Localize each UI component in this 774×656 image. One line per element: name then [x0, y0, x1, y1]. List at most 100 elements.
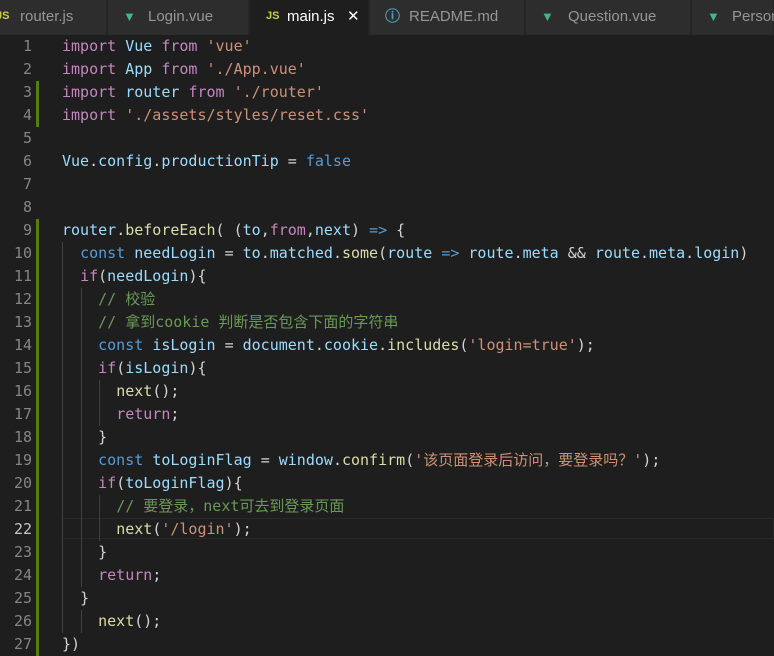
- tab-person[interactable]: ▼ Person: [692, 0, 774, 35]
- line-number: 24: [13, 566, 32, 584]
- code-line[interactable]: 23 }: [0, 541, 774, 564]
- line-number: 7: [22, 175, 32, 193]
- code-line[interactable]: 26 next();: [0, 610, 774, 633]
- git-modified-marker: [36, 357, 39, 380]
- vue-icon: ▼: [707, 9, 720, 24]
- code-line[interactable]: 13 // 拿到cookie 判断是否包含下面的字符串: [0, 311, 774, 334]
- git-modified-marker: [36, 104, 39, 127]
- line-number: 9: [22, 221, 32, 239]
- code-line[interactable]: 14 const isLogin = document.cookie.inclu…: [0, 334, 774, 357]
- code-line[interactable]: 18 }: [0, 426, 774, 449]
- line-number: 4: [22, 106, 32, 124]
- git-modified-marker: [36, 334, 39, 357]
- code-line[interactable]: 17 return;: [0, 403, 774, 426]
- code-text: if(needLogin){: [80, 267, 207, 285]
- code-text: if(isLogin){: [98, 359, 207, 377]
- git-modified-marker: [36, 242, 39, 265]
- line-number: 6: [22, 152, 32, 170]
- code-text: // 要登录，next可去到登录页面: [116, 497, 345, 515]
- code-line[interactable]: 22 next('/login');: [0, 518, 774, 541]
- code-text: next();: [98, 612, 162, 630]
- info-icon: ⓘ: [385, 8, 401, 25]
- git-modified-marker: [36, 541, 39, 564]
- line-number: 13: [13, 313, 32, 331]
- line-number: 2: [22, 60, 32, 78]
- code-line[interactable]: 25 }: [0, 587, 774, 610]
- editor-tab-bar: JS router.js ▼ Login.vue JS main.js ✕ ⓘ …: [0, 0, 774, 35]
- line-number: 21: [13, 497, 32, 515]
- code-line[interactable]: 5: [0, 127, 774, 150]
- git-modified-marker: [36, 288, 39, 311]
- git-modified-marker: [36, 403, 39, 426]
- code-line[interactable]: 2 import App from './App.vue': [0, 58, 774, 81]
- code-text: return;: [98, 566, 162, 584]
- line-number: 14: [13, 336, 32, 354]
- code-text: import router from './router': [62, 83, 324, 101]
- close-icon[interactable]: ✕: [347, 0, 360, 33]
- code-line[interactable]: 7: [0, 173, 774, 196]
- code-line[interactable]: 24 return;: [0, 564, 774, 587]
- git-modified-marker: [36, 219, 39, 242]
- tab-login-vue[interactable]: ▼ Login.vue: [108, 0, 249, 35]
- line-number: 17: [13, 405, 32, 423]
- code-text: // 校验: [98, 290, 156, 308]
- code-text: import App from './App.vue': [62, 60, 306, 78]
- line-number: 19: [13, 451, 32, 469]
- code-line[interactable]: 8: [0, 196, 774, 219]
- line-number: 20: [13, 474, 32, 492]
- git-modified-marker: [36, 311, 39, 334]
- tab-label: router.js: [20, 8, 74, 25]
- tab-label: Login.vue: [148, 8, 214, 25]
- git-modified-marker: [36, 380, 39, 403]
- code-text: next('/login');: [116, 520, 252, 538]
- code-line[interactable]: 9 router.beforeEach( (to,from,next) => {: [0, 219, 774, 242]
- code-line[interactable]: 12 // 校验: [0, 288, 774, 311]
- code-line[interactable]: 3 import router from './router': [0, 81, 774, 104]
- code-line[interactable]: 1 import Vue from 'vue': [0, 35, 774, 58]
- js-icon: JS: [266, 10, 280, 22]
- line-number: 22: [13, 520, 32, 538]
- code-line[interactable]: 4 import './assets/styles/reset.css': [0, 104, 774, 127]
- line-number: 8: [22, 198, 32, 216]
- code-text: const needLogin = to.matched.some(route …: [80, 244, 749, 262]
- code-text: Vue.config.productionTip = false: [62, 152, 351, 170]
- code-text: import './assets/styles/reset.css': [62, 106, 370, 124]
- code-line[interactable]: 6 Vue.config.productionTip = false: [0, 150, 774, 173]
- code-line[interactable]: 16 next();: [0, 380, 774, 403]
- tab-question-vue[interactable]: ▼ Question.vue: [526, 0, 691, 35]
- code-line[interactable]: 21 // 要登录，next可去到登录页面: [0, 495, 774, 518]
- code-text: const toLoginFlag = window.confirm('该页面登…: [98, 451, 661, 469]
- tab-main-js[interactable]: JS main.js ✕: [250, 0, 369, 35]
- code-line[interactable]: 11 if(needLogin){: [0, 265, 774, 288]
- git-modified-marker: [36, 610, 39, 633]
- js-icon: JS: [0, 10, 10, 22]
- code-line[interactable]: 20 if(toLoginFlag){: [0, 472, 774, 495]
- git-modified-marker: [36, 449, 39, 472]
- code-text: next();: [116, 382, 180, 400]
- code-text: }: [98, 543, 108, 561]
- tab-label: README.md: [409, 8, 499, 25]
- vue-icon: ▼: [123, 9, 136, 24]
- code-text: }: [80, 589, 90, 607]
- tab-router-js[interactable]: JS router.js: [0, 0, 107, 35]
- line-number: 26: [13, 612, 32, 630]
- code-line[interactable]: 10 const needLogin = to.matched.some(rou…: [0, 242, 774, 265]
- line-number: 10: [13, 244, 32, 262]
- line-number: 16: [13, 382, 32, 400]
- tab-label: Person: [732, 8, 774, 25]
- code-line[interactable]: 15 if(isLogin){: [0, 357, 774, 380]
- git-modified-marker: [36, 564, 39, 587]
- code-line[interactable]: 19 const toLoginFlag = window.confirm('该…: [0, 449, 774, 472]
- tab-label: Question.vue: [568, 8, 657, 25]
- git-modified-marker: [36, 518, 39, 541]
- git-modified-marker: [36, 472, 39, 495]
- line-number: 12: [13, 290, 32, 308]
- git-modified-marker: [36, 265, 39, 288]
- code-text: if(toLoginFlag){: [98, 474, 243, 492]
- code-text: // 拿到cookie 判断是否包含下面的字符串: [98, 313, 399, 331]
- code-text: const isLogin = document.cookie.includes…: [98, 336, 595, 354]
- code-text: import Vue from 'vue': [62, 37, 252, 55]
- code-text: router.beforeEach( (to,from,next) => {: [62, 221, 406, 239]
- tab-readme-md[interactable]: ⓘ README.md: [370, 0, 525, 35]
- code-editor[interactable]: 1 import Vue from 'vue' 2 import App from '…: [0, 35, 774, 656]
